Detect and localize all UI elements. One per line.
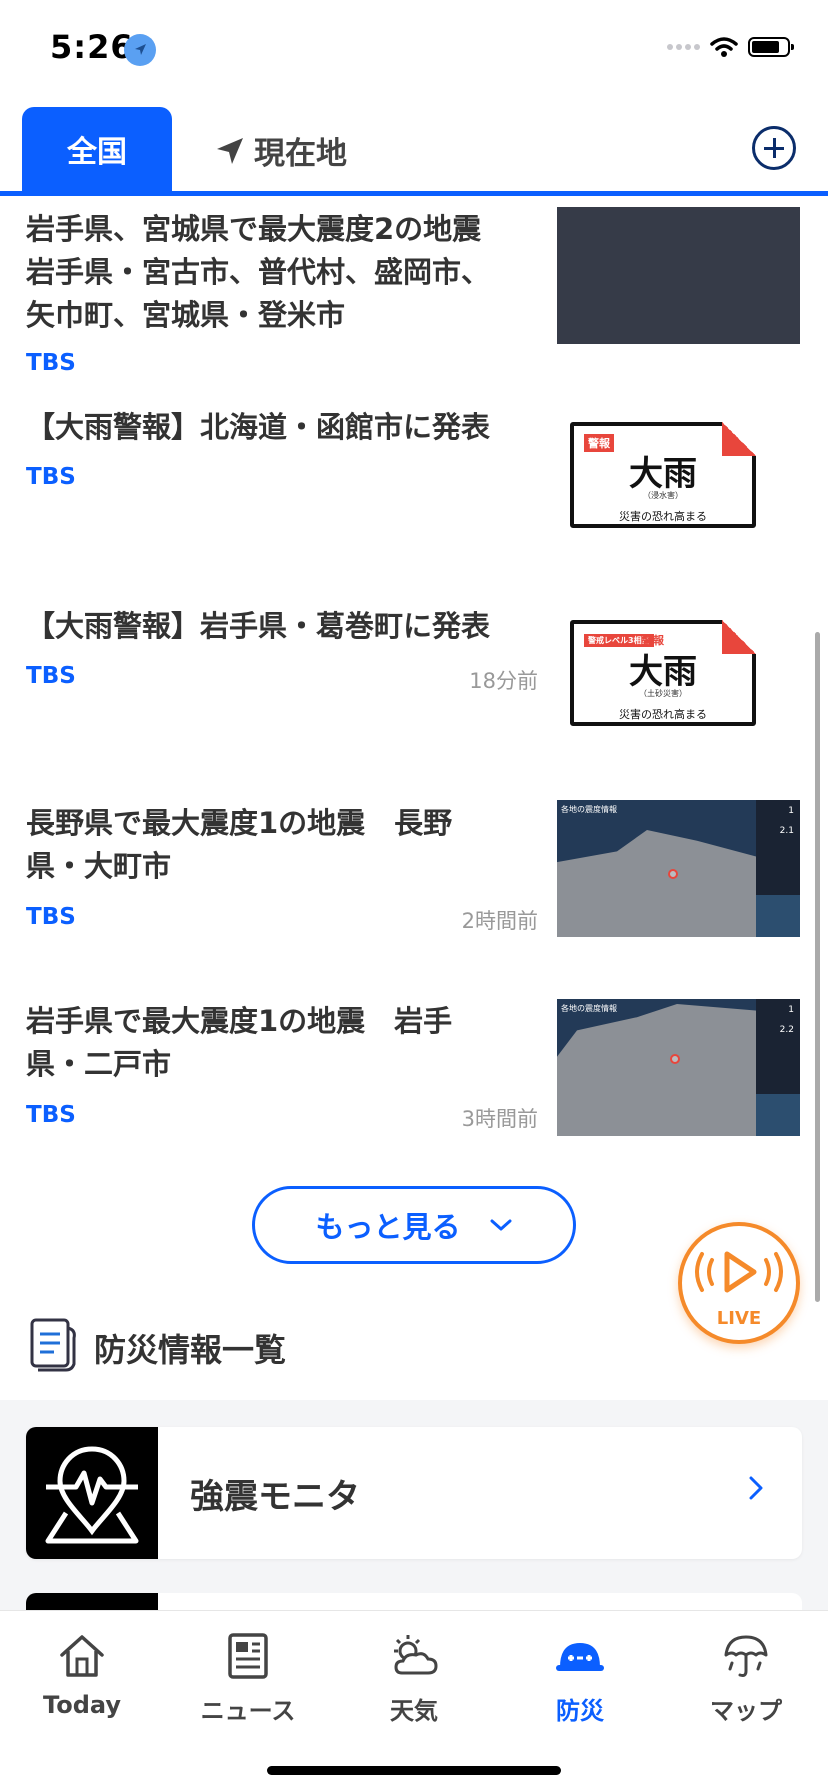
newspaper-icon — [228, 1633, 268, 1679]
news-time-3: 18分前 — [469, 669, 538, 693]
bottom-tab-bar: Today ニュース 天気 防災 マップ — [0, 1610, 828, 1792]
scrollbar[interactable] — [815, 632, 820, 1302]
tab-disaster-label: 防災 — [556, 1697, 604, 1725]
news-source-5: TBS — [26, 1102, 76, 1128]
location-arrow-icon — [217, 137, 243, 164]
tab-map-label: マップ — [710, 1697, 782, 1725]
news-thumbnail-3[interactable]: 警戒レベル3相当 警報 大雨 （土砂災害） 災害の恐れ高まる — [570, 620, 756, 726]
news-title-2[interactable]: 【大雨警報】北海道・函館市に発表 — [26, 406, 536, 449]
status-time: 5:26 — [50, 28, 134, 66]
strong-motion-monitor-card[interactable]: 強震モニタ — [26, 1427, 802, 1559]
home-icon — [60, 1635, 104, 1677]
news-thumbnail-1[interactable] — [557, 207, 800, 344]
warning-bottom-text: 災害の恐れ高まる — [619, 708, 707, 721]
warning-bottom-text: 災害の恐れ高まる — [619, 510, 707, 523]
news-title-3[interactable]: 【大雨警報】岩手県・葛巻町に発表 — [26, 605, 536, 648]
umbrella-map-icon — [724, 1635, 768, 1677]
status-indicators — [667, 36, 794, 58]
news-title-1[interactable]: 岩手県、宮城県で最大震度2の地震 岩手県・宮古市、普代村、盛岡市、 矢巾町、宮城… — [26, 208, 536, 337]
seismograph-icon — [26, 1427, 158, 1559]
card-label: 強震モニタ — [190, 1477, 360, 1517]
news-source-3: TBS — [26, 663, 76, 689]
play-icon — [695, 1251, 783, 1293]
news-source-2: TBS — [26, 464, 76, 490]
map-header: 各地の震度情報 — [561, 1004, 617, 1013]
tab-current-label: 現在地 — [254, 136, 347, 172]
tab-today-label: Today — [43, 1691, 121, 1719]
news-thumbnail-2[interactable]: 警報 大雨 （浸水害） 災害の恐れ高まる — [570, 422, 756, 528]
news-source-1: TBS — [26, 350, 76, 376]
tab-disaster[interactable]: 防災 — [510, 1631, 650, 1726]
chevron-down-icon — [490, 1219, 511, 1231]
show-more-label: もっと見る — [315, 1210, 461, 1244]
tab-news[interactable]: ニュース — [178, 1631, 318, 1726]
tab-weather[interactable]: 天気 — [344, 1631, 484, 1726]
warning-sub-text: （浸水害） — [643, 491, 683, 500]
wifi-icon — [710, 37, 738, 57]
tab-weather-label: 天気 — [390, 1697, 438, 1725]
tab-underline — [0, 191, 828, 196]
battery-icon — [748, 37, 794, 57]
news-time-5: 3時間前 — [461, 1107, 538, 1131]
news-thumbnail-5[interactable]: 各地の震度情報 1 2.2 — [557, 999, 800, 1136]
news-title-4[interactable]: 長野県で最大震度1の地震 長野 県・大町市 — [26, 802, 536, 888]
weather-icon — [394, 1635, 438, 1675]
home-indicator[interactable] — [267, 1766, 561, 1775]
map-header: 各地の震度情報 — [561, 805, 617, 814]
disaster-section-title: 防災情報一覧 — [94, 1331, 287, 1369]
intensity-panel: 1 2.1 — [756, 800, 800, 895]
japan-minimap — [756, 1094, 800, 1136]
tab-news-label: ニュース — [200, 1697, 296, 1725]
tab-today[interactable]: Today — [12, 1631, 152, 1719]
warning-big-text: 大雨 — [629, 652, 697, 692]
live-button[interactable]: LIVE — [678, 1222, 800, 1344]
tab-map[interactable]: マップ — [676, 1631, 816, 1726]
location-arrow-icon — [124, 34, 156, 66]
tab-current-location[interactable]: 現在地 — [214, 128, 347, 173]
news-time-4: 2時間前 — [461, 909, 538, 933]
news-title-5[interactable]: 岩手県で最大震度1の地震 岩手 県・二戸市 — [26, 1000, 536, 1086]
epicenter-mark — [670, 1054, 680, 1064]
document-list-icon — [30, 1318, 76, 1372]
tab-nationwide[interactable]: 全国 — [22, 107, 172, 191]
add-region-button[interactable] — [752, 126, 796, 170]
helmet-icon — [556, 1643, 604, 1671]
cellular-signal-icon — [667, 44, 700, 50]
show-more-button[interactable]: もっと見る — [252, 1186, 576, 1264]
live-label: LIVE — [716, 1308, 762, 1329]
intensity-panel: 1 2.2 — [756, 999, 800, 1094]
news-thumbnail-4[interactable]: 各地の震度情報 1 2.1 — [557, 800, 800, 937]
epicenter-mark — [668, 869, 678, 879]
warning-sub-text: （土砂災害） — [639, 689, 687, 698]
chevron-right-icon — [749, 1476, 763, 1500]
news-source-4: TBS — [26, 904, 76, 930]
japan-minimap — [756, 895, 800, 937]
warning-big-text: 大雨 — [629, 454, 697, 494]
